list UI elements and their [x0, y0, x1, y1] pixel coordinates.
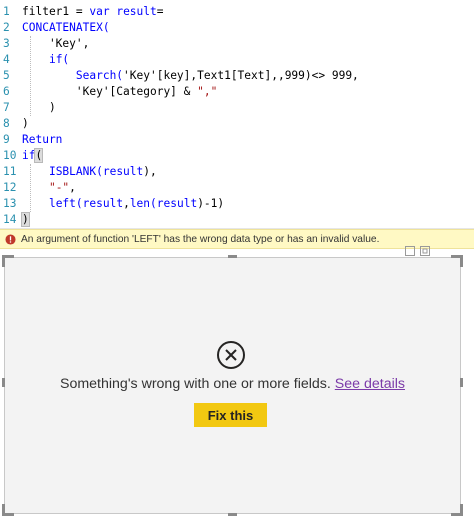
code-token: 'Key'[Category] &: [22, 85, 198, 98]
line-number: 6: [3, 85, 10, 98]
line-number: 4: [3, 53, 10, 66]
code-token: Return: [22, 133, 63, 146]
dax-formula-editor[interactable]: 1 filter1 = var result= 2 CONCATENATEX(3 'K…: [0, 0, 474, 229]
line-number: 8: [3, 117, 10, 130]
code-line[interactable]: 12 "-",: [0, 180, 474, 196]
line-number: 1: [3, 5, 10, 18]
visual-error-text: Something's wrong with one or more field…: [60, 376, 331, 392]
resize-handle-top-left[interactable]: [2, 255, 14, 267]
code-token: Search(: [75, 69, 124, 82]
line-number: 7: [3, 101, 10, 114]
filter-icon[interactable]: [405, 246, 415, 256]
code-token: var: [89, 5, 110, 18]
code-text: 'Key',: [22, 36, 89, 52]
resize-handle-right[interactable]: [460, 378, 463, 387]
code-text: filter1 = var result=: [22, 4, 164, 20]
code-line[interactable]: 7 ): [0, 100, 474, 116]
line-number: 11: [3, 165, 17, 178]
code-line[interactable]: 6 'Key'[Category] & ",": [0, 84, 474, 100]
line-number: 5: [3, 69, 10, 82]
circle-x-icon: [217, 341, 245, 369]
see-details-link[interactable]: See details: [335, 376, 405, 392]
code-line[interactable]: 8): [0, 116, 474, 132]
matched-bracket: ): [21, 212, 30, 227]
line-number: 14: [3, 213, 17, 226]
error-message-bar: An argument of function 'LEFT' has the w…: [0, 229, 474, 249]
code-token: ISBLANK(: [48, 165, 103, 178]
line-number: 9: [3, 133, 10, 146]
code-line[interactable]: 9 Return: [0, 132, 474, 148]
code-text: ): [21, 212, 30, 228]
code-token: ,: [123, 197, 130, 210]
code-token: "-": [48, 181, 70, 194]
error-message-text: An argument of function 'LEFT' has the w…: [21, 233, 380, 245]
code-text: ): [22, 116, 29, 132]
code-token: ),: [143, 165, 157, 178]
code-token: if: [22, 149, 36, 162]
code-token: result: [102, 165, 144, 178]
code-text: Search('Key'[key],Text1[Text],,999)<> 99…: [22, 68, 359, 84]
code-line[interactable]: 14): [0, 212, 474, 228]
code-token: )-1): [197, 197, 225, 210]
code-text: Return: [22, 132, 62, 148]
code-line[interactable]: 3 'Key',: [0, 36, 474, 52]
code-token: 'Key',: [22, 37, 90, 50]
warning-icon: [5, 233, 16, 245]
code-line[interactable]: 10 if(: [0, 148, 474, 164]
line-number: 3: [3, 37, 10, 50]
focus-mode-icon[interactable]: [420, 246, 430, 256]
code-token: ): [22, 101, 56, 114]
code-token: ",": [197, 85, 218, 98]
line-number: 13: [3, 197, 17, 210]
resize-handle-bottom-left[interactable]: [2, 504, 14, 516]
code-token: ,: [69, 181, 76, 194]
code-text: left(result,len(result)-1): [22, 196, 224, 212]
code-line[interactable]: 2 CONCATENATEX(: [0, 20, 474, 36]
visual-container[interactable]: Something's wrong with one or more field…: [2, 255, 463, 516]
code-token: result: [156, 197, 198, 210]
resize-handle-top[interactable]: [228, 255, 237, 258]
line-number: 10: [3, 149, 17, 162]
code-line[interactable]: 1 filter1 = var result=: [0, 4, 474, 20]
code-token: filter1 =: [22, 5, 90, 18]
fix-this-button[interactable]: Fix this: [194, 403, 267, 427]
code-line[interactable]: 13 left(result,len(result)-1): [0, 196, 474, 212]
code-token: result: [82, 197, 124, 210]
indent-guide: [30, 36, 31, 116]
code-token: len(: [129, 197, 157, 210]
resize-handle-top-right[interactable]: [451, 255, 463, 267]
code-token: left(: [48, 197, 83, 210]
code-line[interactable]: 4 if(: [0, 52, 474, 68]
dax-error-window: 1 filter1 = var result= 2 CONCATENATEX(3 'K…: [0, 0, 474, 521]
code-line[interactable]: 11 ISBLANK(result),: [0, 164, 474, 180]
code-text: ): [22, 100, 56, 116]
code-token: =: [156, 5, 164, 18]
visual-error-message: Something's wrong with one or more field…: [5, 376, 460, 392]
code-text: CONCATENATEX(: [22, 20, 110, 36]
matched-bracket: (: [34, 148, 44, 163]
code-text: if(: [22, 148, 44, 164]
resize-handle-bottom[interactable]: [228, 513, 237, 516]
code-text: ISBLANK(result),: [22, 164, 157, 180]
code-line[interactable]: 5 Search('Key'[key],Text1[Text],,999)<> …: [0, 68, 474, 84]
code-token: 'Key'[key],Text1[Text],,999)<> 999,: [123, 69, 359, 82]
code-token: ): [22, 117, 29, 130]
code-token: CONCATENATEX(: [22, 21, 110, 34]
indent-guide: [30, 164, 31, 212]
line-number: 12: [3, 181, 17, 194]
resize-handle-bottom-right[interactable]: [451, 504, 463, 516]
code-token: result: [116, 5, 157, 18]
line-number: 2: [3, 21, 10, 34]
code-token: if(: [48, 53, 70, 66]
code-text: 'Key'[Category] & ",": [22, 84, 217, 100]
